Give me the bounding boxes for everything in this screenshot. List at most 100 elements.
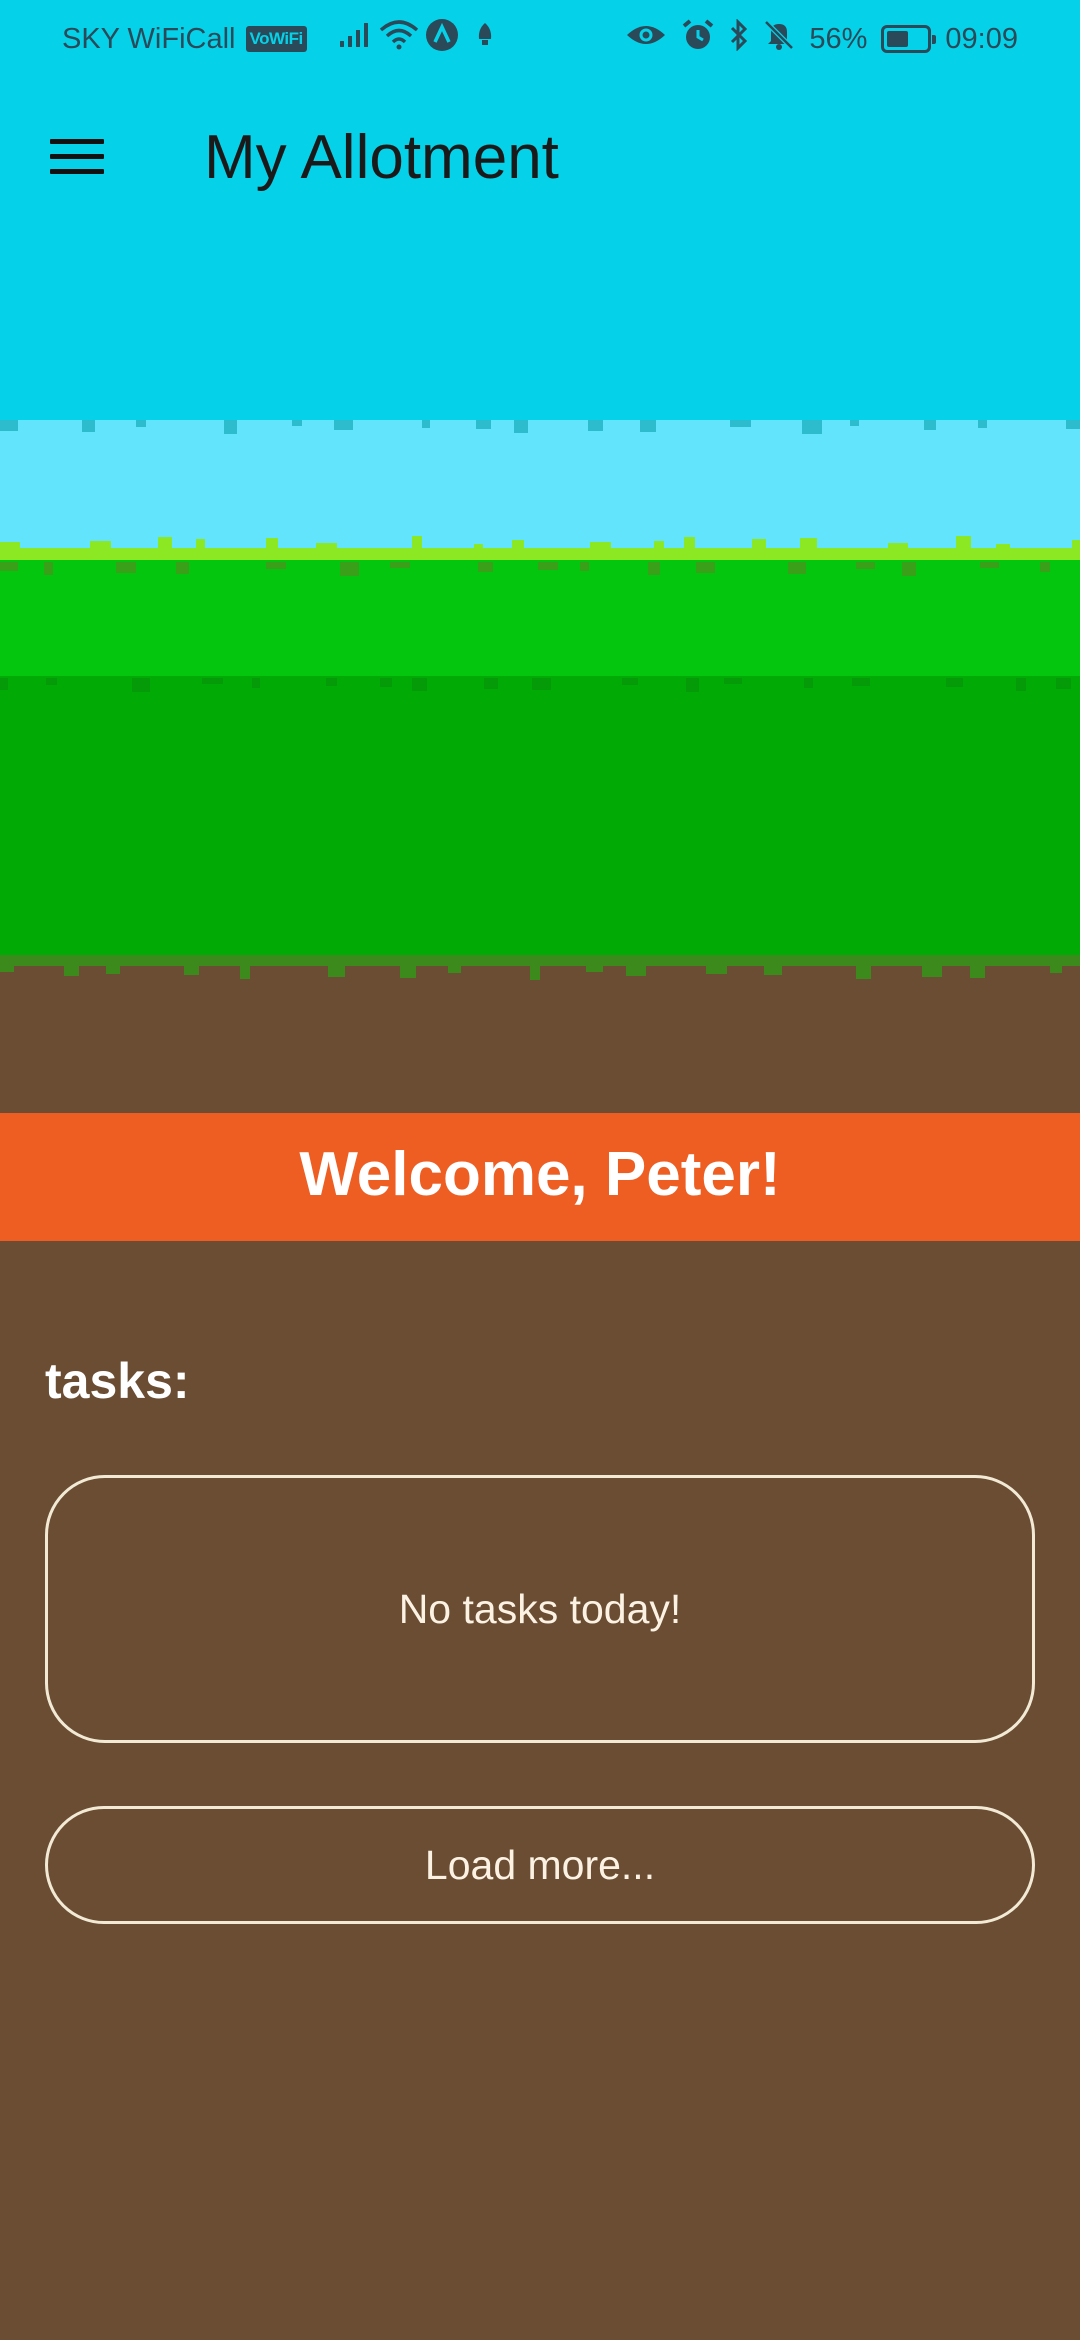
empty-tasks-message: No tasks today!	[398, 1585, 682, 1632]
bluetooth-icon	[729, 18, 749, 59]
grass-tuft	[752, 539, 766, 550]
signal-icon	[339, 22, 373, 56]
grass-tuft	[266, 538, 278, 550]
battery-icon	[881, 25, 937, 53]
grass-tuft	[856, 966, 871, 979]
grass-tuft	[902, 562, 916, 576]
grass-tuft	[800, 538, 817, 550]
grass-tuft	[390, 562, 410, 568]
grass-tuft	[530, 966, 540, 980]
grass-tuft	[316, 543, 337, 550]
grass-tuft	[956, 536, 971, 550]
battery-percent: 56%	[809, 22, 868, 55]
grass-tuft	[196, 539, 205, 550]
status-bar: SKY WiFiCall VoWiFi 56% 09:09	[0, 0, 1080, 76]
carrier-name: SKY WiFiCall	[62, 22, 236, 55]
grass-tuft	[802, 420, 822, 434]
grass-tuft	[996, 544, 1010, 550]
grass-tuft	[90, 541, 111, 550]
menu-line	[50, 153, 104, 159]
grass-tuft	[448, 966, 461, 973]
grass-tuft	[422, 420, 430, 428]
grass-tuft	[850, 420, 859, 426]
grass-tuft	[1040, 562, 1050, 572]
menu-line	[50, 138, 104, 144]
welcome-text: Welcome, Peter!	[299, 1139, 781, 1209]
eye-icon	[625, 21, 667, 57]
grass-tuft	[0, 542, 20, 550]
grass-tuft	[412, 678, 427, 691]
grass-tuft	[924, 420, 936, 430]
grass-tuft	[580, 562, 589, 571]
vpn-icon	[425, 18, 459, 60]
grass-tuft	[0, 420, 18, 431]
grass-tuft	[804, 678, 813, 688]
grass-tuft	[590, 542, 611, 550]
page-title: My Allotment	[204, 123, 559, 192]
grass-tuft	[380, 678, 392, 687]
vowifi-badge: VoWiFi	[245, 26, 307, 52]
hamburger-menu-icon[interactable]	[38, 120, 118, 192]
app-bar: My Allotment	[0, 76, 1080, 252]
grass-tuft	[474, 544, 483, 550]
grass-tuft	[1016, 678, 1026, 691]
grass-tuft	[412, 536, 422, 550]
grass-tuft	[340, 562, 359, 576]
grass-tuft	[980, 562, 999, 568]
grass-tuft	[400, 966, 416, 978]
grass-tuft	[202, 678, 223, 684]
grass-tuft	[922, 966, 942, 977]
grass-tuft	[484, 678, 498, 689]
battery-fill	[887, 31, 909, 47]
grass-tuft	[1072, 540, 1080, 550]
grass-tuft	[788, 562, 806, 574]
battery-cap	[932, 35, 937, 44]
grass-tuft	[0, 678, 8, 690]
grass-tuft	[970, 966, 985, 978]
welcome-banner: Welcome, Peter!	[0, 1113, 1080, 1241]
grass-tuft	[0, 562, 18, 571]
menu-line	[50, 168, 104, 174]
grass-tuft	[764, 966, 782, 975]
grass-dark-edge	[0, 955, 1080, 967]
grass-tuft	[978, 420, 987, 428]
grass-tuft	[132, 678, 150, 692]
grass-tuft	[292, 420, 302, 426]
grass-tuft	[184, 966, 199, 975]
load-more-label: Load more...	[424, 1841, 656, 1888]
grass-tuft	[176, 562, 189, 574]
grass-tuft	[588, 420, 603, 431]
grass-tuft	[326, 678, 337, 686]
grass-tuft	[44, 562, 53, 575]
grass-tuft	[856, 562, 875, 569]
status-bar-right: 56% 09:09	[625, 18, 1018, 60]
clock-time: 09:09	[945, 22, 1018, 55]
app-screen: SKY WiFiCall VoWiFi 56% 09:09 My Allotme…	[0, 0, 1080, 2340]
grass-tuft	[946, 678, 963, 687]
task-card: No tasks today!	[45, 1475, 1035, 1743]
grass-tuft	[116, 562, 136, 573]
grass-tuft	[684, 537, 695, 550]
grass-tuft	[512, 540, 524, 550]
alarm-icon	[681, 18, 715, 60]
grass-tuft	[538, 562, 558, 570]
grass-tuft	[252, 678, 260, 688]
grass-tuft	[724, 678, 742, 684]
grass-tuft	[476, 420, 491, 429]
grass-tuft	[478, 562, 493, 572]
grass-tuft	[106, 966, 120, 974]
grass-tuft	[64, 966, 79, 976]
grass-tuft	[852, 678, 870, 686]
load-more-button[interactable]: Load more...	[45, 1806, 1035, 1924]
wifi-icon	[379, 20, 419, 58]
grass-tuft	[334, 420, 353, 430]
grass-tuft	[626, 966, 646, 976]
tasks-heading: tasks:	[45, 1353, 190, 1409]
grass-top-band	[0, 560, 1080, 678]
grass-tuft	[328, 966, 345, 977]
status-bar-left: SKY WiFiCall VoWiFi	[62, 18, 497, 60]
grass-tuft	[648, 562, 660, 575]
grass-highlight	[0, 548, 1080, 562]
grass-tuft	[0, 966, 14, 972]
grass-tuft	[46, 678, 57, 685]
